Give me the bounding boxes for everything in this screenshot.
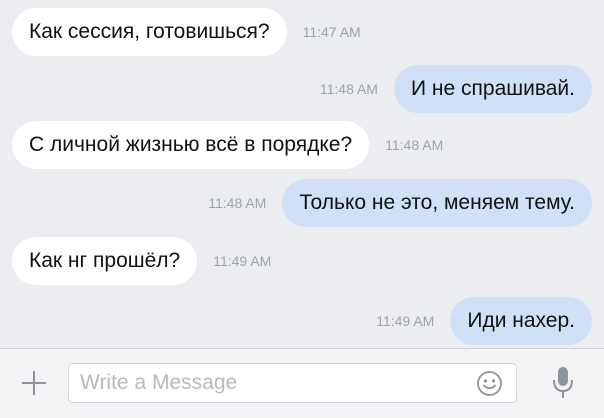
plus-icon [22, 371, 46, 395]
message-outgoing: 11:49 AM Иди нахер. [376, 297, 592, 345]
smiley-icon [477, 371, 502, 396]
emoji-button[interactable] [476, 370, 503, 397]
message-incoming: Как нг прошёл? 11:49 AM [12, 237, 271, 285]
message-outgoing: 11:48 AM И не спрашивай. [320, 65, 592, 113]
message-input[interactable] [80, 364, 460, 402]
message-bubble[interactable]: С личной жизнью всё в порядке? [12, 121, 370, 169]
microphone-icon [553, 367, 573, 398]
message-composer [0, 348, 604, 418]
voice-record-button[interactable] [549, 365, 577, 401]
message-timestamp: 11:48 AM [385, 137, 444, 153]
message-timestamp: 11:47 AM [302, 24, 361, 40]
message-timestamp: 11:48 AM [208, 195, 267, 211]
message-bubble[interactable]: Иди нахер. [450, 297, 592, 345]
message-outgoing: 11:48 AM Только не это, меняем тему. [208, 179, 592, 227]
message-bubble[interactable]: Только не это, меняем тему. [282, 179, 592, 227]
message-bubble[interactable]: И не спрашивай. [393, 65, 592, 113]
message-timestamp: 11:48 AM [319, 81, 378, 97]
message-incoming: Как сессия, готовишься? 11:47 AM [12, 8, 361, 56]
message-list: Как сессия, готовишься? 11:47 AM 11:48 A… [0, 0, 604, 348]
message-input-container[interactable] [68, 363, 517, 403]
message-bubble[interactable]: Как нг прошёл? [12, 237, 198, 285]
message-bubble[interactable]: Как сессия, готовишься? [12, 8, 287, 56]
message-incoming: С личной жизнью всё в порядке? 11:48 AM [12, 121, 443, 169]
message-timestamp: 11:49 AM [213, 253, 272, 269]
attach-button[interactable] [20, 369, 48, 397]
message-timestamp: 11:49 AM [376, 313, 435, 329]
